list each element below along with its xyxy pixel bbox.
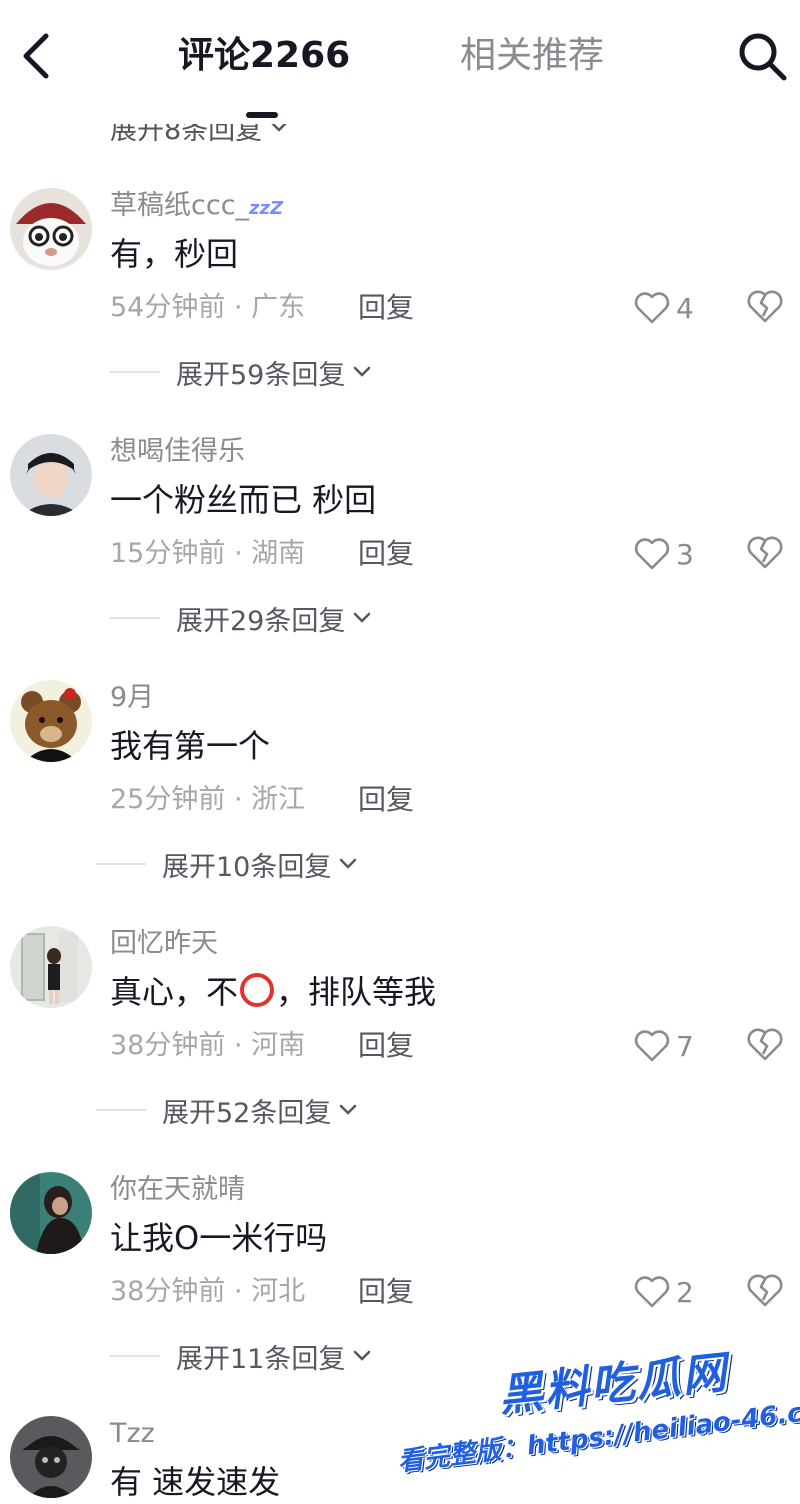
username[interactable]: 回忆昨天	[110, 926, 218, 962]
watermark: 黑料吃瓜网 看完整版：https://heiliao-46.com	[396, 1344, 800, 1504]
back-button[interactable]	[14, 30, 62, 82]
like-button[interactable]: 2	[634, 1272, 694, 1312]
dislike-button[interactable]	[746, 288, 786, 328]
reply-button[interactable]: 回复	[358, 288, 414, 328]
comment-text: 我有第一个	[110, 727, 271, 765]
like-count: 7	[676, 1029, 694, 1063]
comment-item: 想喝佳得乐 一个粉丝而已 秒回 15分钟前 · 湖南 回复 3 展开29条回复	[0, 426, 800, 672]
comment-item: 9月 我有第一个 25分钟前 · 浙江 回复 展开10条回复	[0, 672, 800, 918]
heart-outline-icon	[634, 538, 670, 570]
comments-header: 评论2266 相关推荐	[0, 0, 800, 124]
comment-meta: 38分钟前 · 河北	[110, 1276, 306, 1307]
like-button[interactable]: 3	[634, 534, 694, 574]
expand-replies[interactable]: 展开10条回复	[96, 844, 359, 884]
dislike-button[interactable]	[746, 534, 786, 574]
tab-related[interactable]: 相关推荐	[460, 34, 604, 78]
comment-item: 草稿纸ccc_zzZ 有，秒回 54分钟前 · 广东 回复 4 展开59条回复	[0, 180, 800, 426]
comment-item: 回忆昨天 真心，不 ，排队等我 38分钟前 · 河南 回复 7 展开52条回复	[0, 918, 800, 1164]
chevron-down-icon	[340, 1104, 357, 1115]
red-circle-emoji	[240, 973, 275, 1007]
avatar[interactable]	[10, 926, 92, 1008]
avatar[interactable]	[10, 680, 92, 762]
chevron-down-icon	[354, 612, 371, 623]
heart-outline-icon	[634, 1276, 670, 1308]
tab-comments[interactable]: 评论2266	[178, 34, 350, 78]
avatar[interactable]	[10, 188, 92, 270]
search-icon	[739, 33, 787, 81]
dislike-button[interactable]	[746, 1272, 786, 1312]
avatar[interactable]	[10, 1172, 92, 1254]
avatar[interactable]	[10, 1416, 92, 1498]
like-button[interactable]: 7	[634, 1026, 694, 1066]
tab-indicator	[246, 112, 278, 118]
broken-heart-icon	[747, 1028, 783, 1061]
broken-heart-icon	[747, 290, 783, 323]
broken-heart-icon	[747, 536, 783, 569]
heart-outline-icon	[634, 1030, 670, 1062]
comment-text: 真心，不 ，排队等我	[110, 973, 437, 1011]
comment-meta: 38分钟前 · 河南	[110, 1030, 306, 1061]
avatar[interactable]	[10, 434, 92, 516]
like-count: 4	[676, 291, 694, 325]
heart-outline-icon	[634, 292, 670, 324]
expand-replies[interactable]: 展开11条回复	[110, 1336, 373, 1376]
comment-text: 有 速发速发	[110, 1463, 281, 1501]
expand-replies[interactable]: 展开52条回复	[96, 1090, 359, 1130]
expand-replies[interactable]: 展开29条回复	[110, 598, 373, 638]
sleep-emoji: zzZ	[249, 198, 284, 219]
chevron-down-icon	[354, 366, 371, 377]
like-count: 2	[676, 1275, 694, 1309]
expand-replies[interactable]: 展开59条回复	[110, 352, 373, 392]
broken-heart-icon	[747, 1274, 783, 1307]
comment-meta: 15分钟前 · 湖南	[110, 538, 306, 569]
like-count: 3	[676, 537, 694, 571]
username[interactable]: Tzz	[110, 1416, 155, 1452]
search-button[interactable]	[734, 28, 790, 84]
comment-text: 一个粉丝而已 秒回	[110, 481, 377, 519]
username[interactable]: 想喝佳得乐	[110, 434, 245, 470]
comment-meta: 54分钟前 · 广东	[110, 292, 306, 323]
reply-button[interactable]: 回复	[358, 1272, 414, 1312]
reply-button[interactable]: 回复	[358, 534, 414, 574]
chevron-down-icon	[354, 1350, 371, 1361]
username[interactable]: 你在天就晴	[110, 1172, 245, 1208]
comment-text: 让我O一米行吗	[110, 1219, 328, 1257]
like-button[interactable]: 4	[634, 288, 694, 328]
comment-text: 有，秒回	[110, 235, 239, 273]
username[interactable]: 草稿纸ccc_zzZ	[110, 188, 283, 227]
dislike-button[interactable]	[746, 1026, 786, 1066]
reply-button[interactable]: 回复	[358, 780, 414, 820]
chevron-down-icon	[340, 858, 357, 869]
comment-meta: 25分钟前 · 浙江	[110, 784, 306, 815]
chevron-left-icon	[23, 33, 49, 79]
reply-button[interactable]: 回复	[358, 1026, 414, 1066]
username[interactable]: 9月	[110, 680, 154, 716]
